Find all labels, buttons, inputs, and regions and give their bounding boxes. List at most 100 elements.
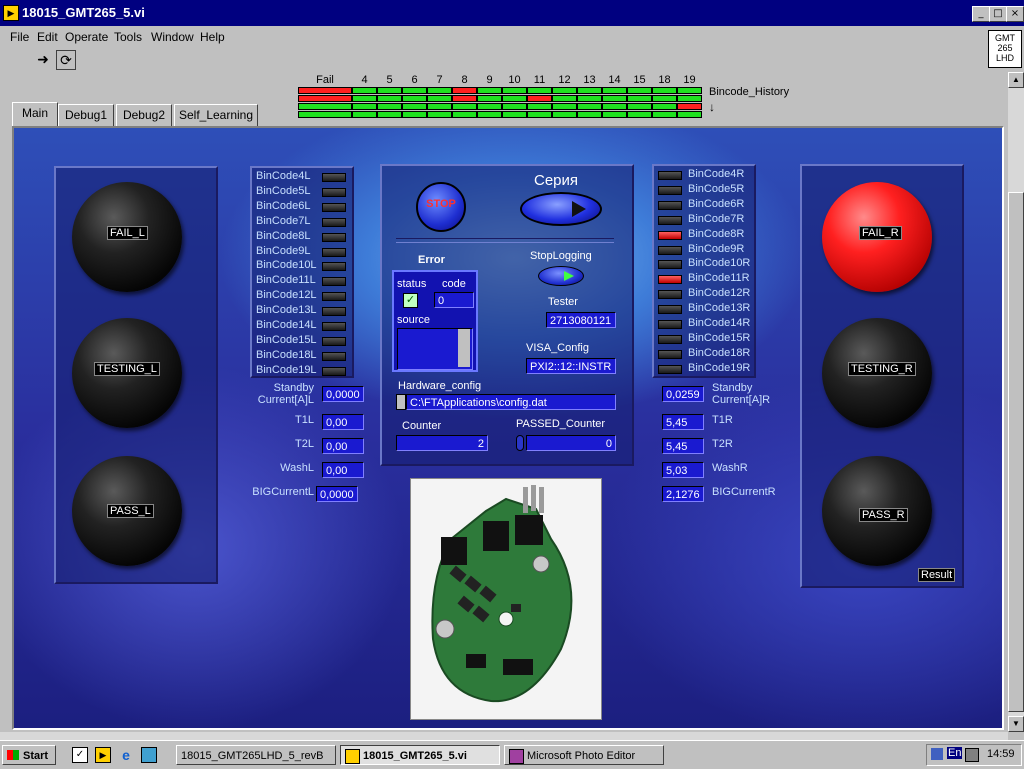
windows-logo-icon bbox=[7, 750, 19, 760]
bincode-history-cell bbox=[677, 87, 702, 94]
visa-config-field[interactable]: PXI2::12::INSTR bbox=[526, 358, 616, 374]
bincode-label: BinCode4L bbox=[256, 170, 311, 182]
bincode-history-cell bbox=[502, 111, 527, 118]
vertical-scrollbar[interactable]: ▲ ▼ bbox=[1008, 72, 1024, 732]
bincode-history-cell bbox=[577, 111, 602, 118]
quicklaunch-desktop-icon[interactable]: ✓ bbox=[72, 747, 88, 763]
taskbar-item-revb[interactable]: 18015_GMT265LHD_5_revB bbox=[176, 745, 336, 765]
menu-edit[interactable]: Edit bbox=[37, 30, 58, 44]
quicklaunch-ie-icon[interactable]: e bbox=[118, 747, 134, 763]
bincode-history-cell bbox=[298, 111, 352, 118]
measurement-value[interactable]: 0,00 bbox=[322, 414, 364, 430]
menu-operate[interactable]: Operate bbox=[65, 30, 108, 44]
bincode-history-cell bbox=[402, 103, 427, 110]
tab-debug2[interactable]: Debug2 bbox=[116, 104, 172, 128]
horizontal-scrollbar[interactable] bbox=[0, 732, 1008, 740]
bincode-history-cell bbox=[552, 103, 577, 110]
run-continuous-icon[interactable]: ⟳ bbox=[56, 50, 76, 70]
measurement-value[interactable]: 0,00 bbox=[322, 438, 364, 454]
measurement-value[interactable]: 0,0000 bbox=[322, 386, 364, 402]
series-toggle-arrow-icon bbox=[572, 201, 586, 217]
measurement-value[interactable]: 0,0259 bbox=[662, 386, 704, 402]
bincode-history-cell bbox=[452, 95, 477, 102]
bincode-history-cell bbox=[477, 103, 502, 110]
measurement-label: WashL bbox=[280, 462, 314, 474]
measurement-value[interactable]: 5,45 bbox=[662, 438, 704, 454]
quicklaunch-labview-icon[interactable]: ▶ bbox=[95, 747, 111, 763]
bincode-label: BinCode10L bbox=[256, 259, 317, 272]
start-button[interactable]: Start bbox=[2, 745, 56, 765]
bincode-history-cell bbox=[298, 95, 352, 102]
run-arrow-icon[interactable]: ➜ bbox=[34, 50, 52, 68]
bincode-history-column-header: 5 bbox=[386, 74, 393, 86]
quicklaunch-outlook-icon[interactable] bbox=[141, 747, 157, 763]
bincode-led bbox=[322, 322, 346, 331]
measurement-label: Standby Current[A]R bbox=[712, 382, 771, 406]
error-label: Error bbox=[418, 254, 445, 266]
taskbar-item-photo-editor[interactable]: Microsoft Photo Editor bbox=[504, 745, 664, 765]
measurement-value[interactable]: 5,03 bbox=[662, 462, 704, 478]
bincode-led bbox=[658, 171, 682, 180]
window-title: 18015_GMT265_5.vi bbox=[22, 5, 145, 20]
code-label: code bbox=[442, 278, 466, 290]
tray-network-icon[interactable] bbox=[931, 748, 943, 760]
bincode-label: BinCode5R bbox=[688, 182, 745, 195]
bincode-led bbox=[322, 202, 346, 212]
scroll-thumb[interactable] bbox=[1008, 192, 1024, 712]
series-label: Серия bbox=[534, 172, 579, 189]
scroll-down-icon[interactable]: ▼ bbox=[1008, 716, 1024, 732]
maximize-button[interactable]: □ bbox=[989, 6, 1007, 22]
counter-field[interactable]: 2 bbox=[396, 435, 488, 451]
error-code-field[interactable]: 0 bbox=[434, 292, 474, 308]
measurement-label: T1R bbox=[712, 414, 733, 426]
taskbar-item-vi[interactable]: 18015_GMT265_5.vi bbox=[340, 745, 500, 765]
bincode-history-column-header: 9 bbox=[486, 74, 493, 86]
bincode-led bbox=[322, 247, 346, 257]
hardware-config-browse-icon[interactable] bbox=[396, 394, 406, 410]
bincode-led bbox=[322, 307, 346, 317]
tray-monitor-icon[interactable] bbox=[965, 748, 979, 762]
menu-window[interactable]: Window bbox=[151, 30, 194, 44]
bincode-history-column-header: 11 bbox=[533, 74, 546, 86]
series-toggle-button[interactable] bbox=[520, 192, 602, 226]
scroll-up-icon[interactable]: ▲ bbox=[1008, 72, 1024, 88]
tab-self-learning[interactable]: Self_Learning bbox=[174, 104, 258, 128]
bincode-history-cell bbox=[577, 87, 602, 94]
stoplogging-toggle[interactable] bbox=[538, 266, 584, 286]
minimize-button[interactable]: _ bbox=[972, 6, 990, 22]
bincode-label: BinCode14R bbox=[688, 317, 751, 329]
menu-tools[interactable]: Tools bbox=[114, 30, 142, 44]
bincode-label: BinCode15L bbox=[256, 333, 317, 346]
bincode-label: BinCode6L bbox=[256, 199, 311, 212]
bincode-history-cell bbox=[377, 87, 402, 94]
close-button[interactable]: × bbox=[1006, 6, 1024, 22]
bincode-label: BinCode5L bbox=[256, 184, 311, 197]
status-checkbox[interactable]: ✓ bbox=[403, 293, 418, 308]
tester-field[interactable]: 2713080121 bbox=[546, 312, 616, 328]
bincode-history-cell bbox=[452, 111, 477, 118]
measurement-value[interactable]: 0,0000 bbox=[316, 486, 358, 502]
measurement-label: Standby Current[A]L bbox=[257, 382, 314, 406]
testing-l-label: TESTING_L bbox=[94, 362, 160, 376]
passed-counter-stepper-icon[interactable] bbox=[516, 435, 524, 451]
measurement-value[interactable]: 5,45 bbox=[662, 414, 704, 430]
language-indicator[interactable]: En bbox=[947, 747, 963, 759]
bincode-history-cell bbox=[677, 95, 702, 102]
measurement-value[interactable]: 0,00 bbox=[322, 462, 364, 478]
bincode-label: BinCode13L bbox=[256, 304, 317, 317]
menu-file[interactable]: File bbox=[10, 30, 29, 44]
passed-counter-field[interactable]: 0 bbox=[526, 435, 616, 451]
pass-l-label: PASS_L bbox=[107, 504, 154, 518]
bincode-label: BinCode18L bbox=[256, 348, 317, 361]
tab-debug1[interactable]: Debug1 bbox=[58, 104, 114, 128]
bincode-history-column-header: 12 bbox=[558, 74, 571, 86]
bincode-history-cell bbox=[627, 87, 652, 94]
source-scrollbar[interactable] bbox=[458, 329, 470, 367]
bincode-label: BinCode6R bbox=[688, 197, 745, 210]
bincode-history-cell bbox=[677, 111, 702, 118]
hardware-config-field[interactable]: C:\FTApplications\config.dat bbox=[406, 394, 616, 410]
measurement-value[interactable]: 2,1276 bbox=[662, 486, 704, 502]
menu-help[interactable]: Help bbox=[200, 30, 225, 44]
bincode-history-cell bbox=[377, 111, 402, 118]
bincode-history-cell bbox=[502, 95, 527, 102]
